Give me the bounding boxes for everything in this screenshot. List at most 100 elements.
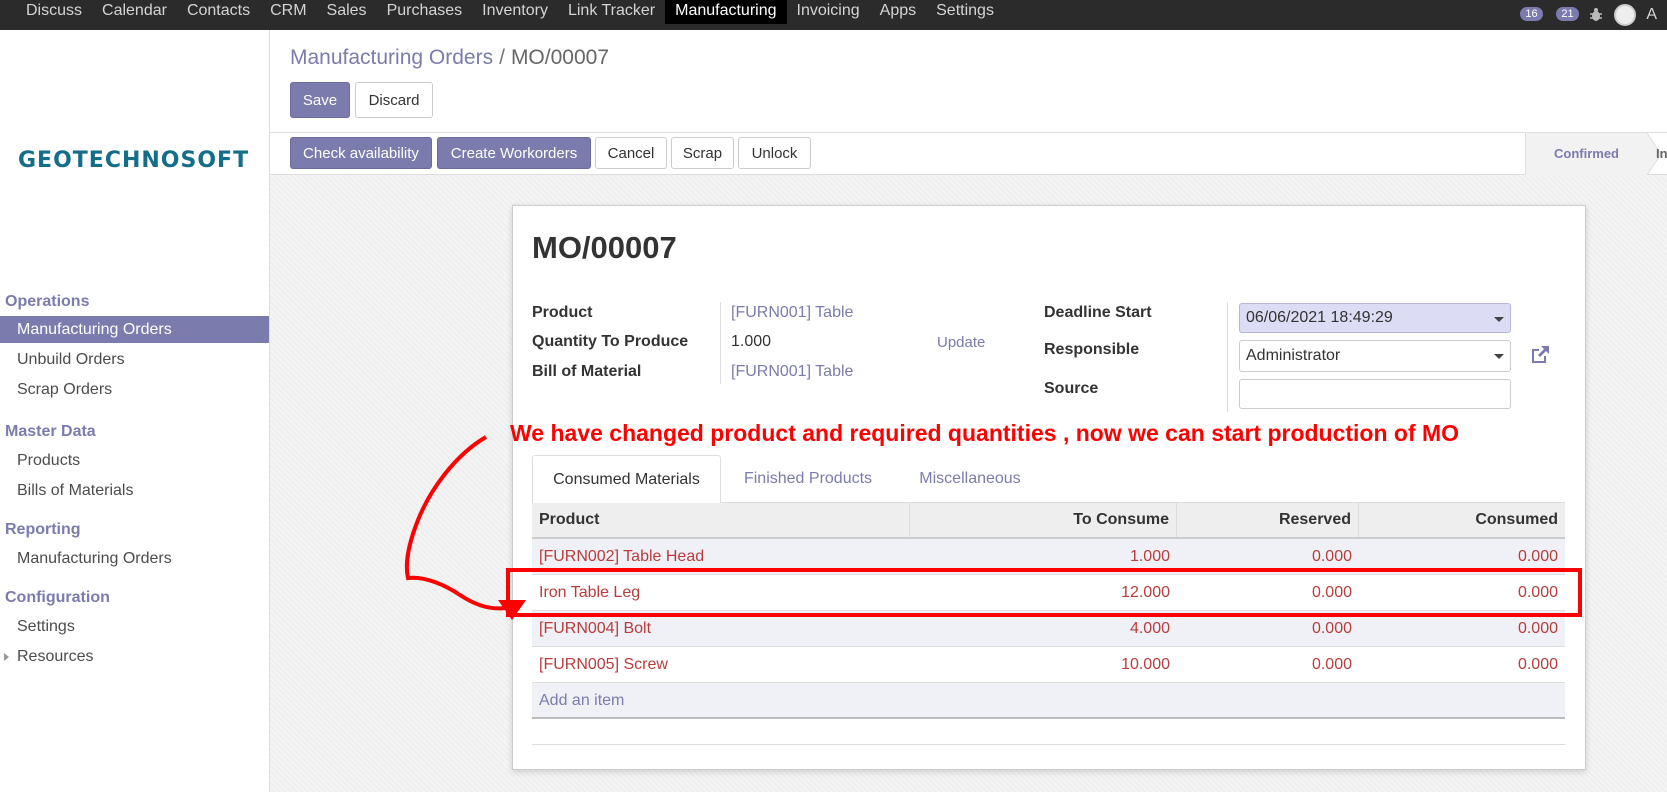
menu-link-tracker[interactable]: Link Tracker xyxy=(558,0,665,24)
systray: 16 21 A xyxy=(1516,0,1667,30)
menu-crm[interactable]: CRM xyxy=(260,0,316,24)
unlock-button[interactable]: Unlock xyxy=(738,137,811,169)
table-row[interactable]: [FURN005] Screw 10.000 0.000 0.000 xyxy=(532,647,1565,683)
col-header-to-consume[interactable]: To Consume xyxy=(910,503,1177,537)
sidebar-item-bills-of-materials[interactable]: Bills of Materials xyxy=(0,476,269,506)
menu-invoicing[interactable]: Invoicing xyxy=(787,0,870,24)
create-workorders-button[interactable]: Create Workorders xyxy=(437,137,591,169)
cell-consumed: 0.000 xyxy=(1517,584,1558,601)
sidebar-section-configuration: Configuration Settings Resources xyxy=(0,584,269,672)
cell-product: [FURN002] Table Head xyxy=(539,548,705,565)
company-logo: GEOTECHNOSOFT xyxy=(18,148,250,173)
menu-discuss[interactable]: Discuss xyxy=(16,0,92,24)
table-header: Product To Consume Reserved Consumed xyxy=(532,503,1565,539)
sidebar-item-settings[interactable]: Settings xyxy=(0,612,269,642)
external-link-icon[interactable] xyxy=(1528,343,1552,367)
cell-to-consume: 1.000 xyxy=(1129,548,1170,565)
cell-to-consume: 10.000 xyxy=(1121,656,1170,673)
user-name[interactable]: A xyxy=(1646,6,1657,24)
sidebar-item-manufacturing-orders[interactable]: Manufacturing Orders xyxy=(0,316,269,343)
menu-settings[interactable]: Settings xyxy=(926,0,1004,24)
chevron-down-icon xyxy=(1494,317,1504,322)
sidebar-item-resources-label: Resources xyxy=(17,648,94,665)
table-footer xyxy=(532,719,1565,745)
sidebar-heading-configuration[interactable]: Configuration xyxy=(0,584,269,612)
messages-icon[interactable]: 21 xyxy=(1552,5,1579,25)
deadline-field[interactable]: 06/06/2021 18:49:29 xyxy=(1239,303,1511,333)
menu-calendar[interactable]: Calendar xyxy=(92,0,177,24)
sidebar-section-operations: Operations Manufacturing Orders Unbuild … xyxy=(0,288,269,405)
col-header-consumed[interactable]: Consumed xyxy=(1359,503,1565,537)
user-avatar[interactable] xyxy=(1614,4,1637,26)
annotation-text: We have changed product and required qua… xyxy=(510,420,1460,446)
cell-to-consume: 4.000 xyxy=(1129,620,1170,637)
sidebar-item-resources[interactable]: Resources xyxy=(0,642,269,672)
source-label: Source xyxy=(1044,380,1099,397)
mo-title: MO/00007 xyxy=(532,230,677,265)
deadline-value: 06/06/2021 18:49:29 xyxy=(1246,309,1393,326)
responsible-value: Administrator xyxy=(1246,347,1341,364)
qty-label: Quantity To Produce xyxy=(532,333,689,350)
col-header-reserved[interactable]: Reserved xyxy=(1177,503,1359,537)
menu-contacts[interactable]: Contacts xyxy=(177,0,260,24)
product-label: Product xyxy=(532,304,593,321)
sidebar-item-products[interactable]: Products xyxy=(0,446,269,476)
sidebar-item-unbuild-orders[interactable]: Unbuild Orders xyxy=(0,345,269,375)
bom-field[interactable]: [FURN001] Table xyxy=(731,363,853,381)
menu-apps[interactable]: Apps xyxy=(870,0,926,24)
cell-reserved: 0.000 xyxy=(1311,584,1352,601)
cell-product: [FURN004] Bolt xyxy=(539,620,652,637)
cell-consumed: 0.000 xyxy=(1517,620,1558,637)
col-header-product[interactable]: Product xyxy=(532,503,910,537)
cell-reserved: 0.000 xyxy=(1311,620,1352,637)
table-row[interactable]: Iron Table Leg 12.000 0.000 0.000 xyxy=(532,575,1565,611)
field-separator xyxy=(720,302,721,384)
qty-field[interactable]: 1.000 xyxy=(731,333,771,351)
status-confirmed[interactable]: Confirmed xyxy=(1525,133,1647,175)
messages-count: 21 xyxy=(1556,7,1579,21)
app-menu: Discuss Calendar Contacts CRM Sales Purc… xyxy=(0,0,1004,30)
menu-purchases[interactable]: Purchases xyxy=(377,0,473,24)
field-separator-right xyxy=(1227,302,1228,412)
tab-consumed-materials[interactable]: Consumed Materials xyxy=(532,455,721,504)
activities-count: 16 xyxy=(1520,7,1543,21)
product-field[interactable]: [FURN001] Table xyxy=(731,304,853,322)
add-item-row: Add an item xyxy=(532,683,1565,719)
update-qty-link[interactable]: Update xyxy=(937,334,985,351)
sidebar-heading-operations[interactable]: Operations xyxy=(0,288,269,316)
scrap-button[interactable]: Scrap xyxy=(671,137,734,169)
save-button[interactable]: Save xyxy=(290,82,350,118)
chevron-down-icon xyxy=(1494,354,1504,359)
debug-bug-icon[interactable] xyxy=(1588,7,1604,23)
status-next[interactable]: In xyxy=(1654,133,1667,175)
tab-miscellaneous[interactable]: Miscellaneous xyxy=(895,455,1045,504)
sidebar-heading-master-data[interactable]: Master Data xyxy=(0,418,269,446)
sidebar-item-scrap-orders[interactable]: Scrap Orders xyxy=(0,375,269,405)
breadcrumb: Manufacturing Orders / MO/00007 xyxy=(290,46,609,70)
sidebar-section-reporting: Reporting Manufacturing Orders xyxy=(0,516,269,574)
tab-finished-products[interactable]: Finished Products xyxy=(721,455,895,504)
menu-sales[interactable]: Sales xyxy=(317,0,377,24)
menu-inventory[interactable]: Inventory xyxy=(472,0,558,24)
check-availability-button[interactable]: Check availability xyxy=(290,137,432,169)
breadcrumb-parent[interactable]: Manufacturing Orders xyxy=(290,46,493,69)
sidebar-section-master-data: Master Data Products Bills of Materials xyxy=(0,418,269,506)
menu-manufacturing[interactable]: Manufacturing xyxy=(665,0,787,24)
cancel-button[interactable]: Cancel xyxy=(595,137,667,169)
sidebar-heading-reporting[interactable]: Reporting xyxy=(0,516,269,544)
table-row[interactable]: [FURN002] Table Head 1.000 0.000 0.000 xyxy=(532,539,1565,575)
sidebar: GEOTECHNOSOFT Operations Manufacturing O… xyxy=(0,30,270,792)
add-item-link[interactable]: Add an item xyxy=(532,692,624,709)
cell-reserved: 0.000 xyxy=(1311,656,1352,673)
control-panel: Manufacturing Orders / MO/00007 Save Disca… xyxy=(270,30,1667,133)
status-bar: Check availability Create Workorders Can… xyxy=(270,133,1667,175)
activities-icon[interactable]: 16 xyxy=(1516,5,1543,25)
table-row[interactable]: [FURN004] Bolt 4.000 0.000 0.000 xyxy=(532,611,1565,647)
responsible-field[interactable]: Administrator xyxy=(1239,340,1511,372)
breadcrumb-current: MO/00007 xyxy=(510,46,609,69)
bom-label: Bill of Material xyxy=(532,363,642,380)
source-field[interactable] xyxy=(1239,379,1511,409)
discard-button[interactable]: Discard xyxy=(355,82,433,118)
sidebar-item-reporting-mo[interactable]: Manufacturing Orders xyxy=(0,544,269,574)
top-navbar: Discuss Calendar Contacts CRM Sales Purc… xyxy=(0,0,1667,30)
